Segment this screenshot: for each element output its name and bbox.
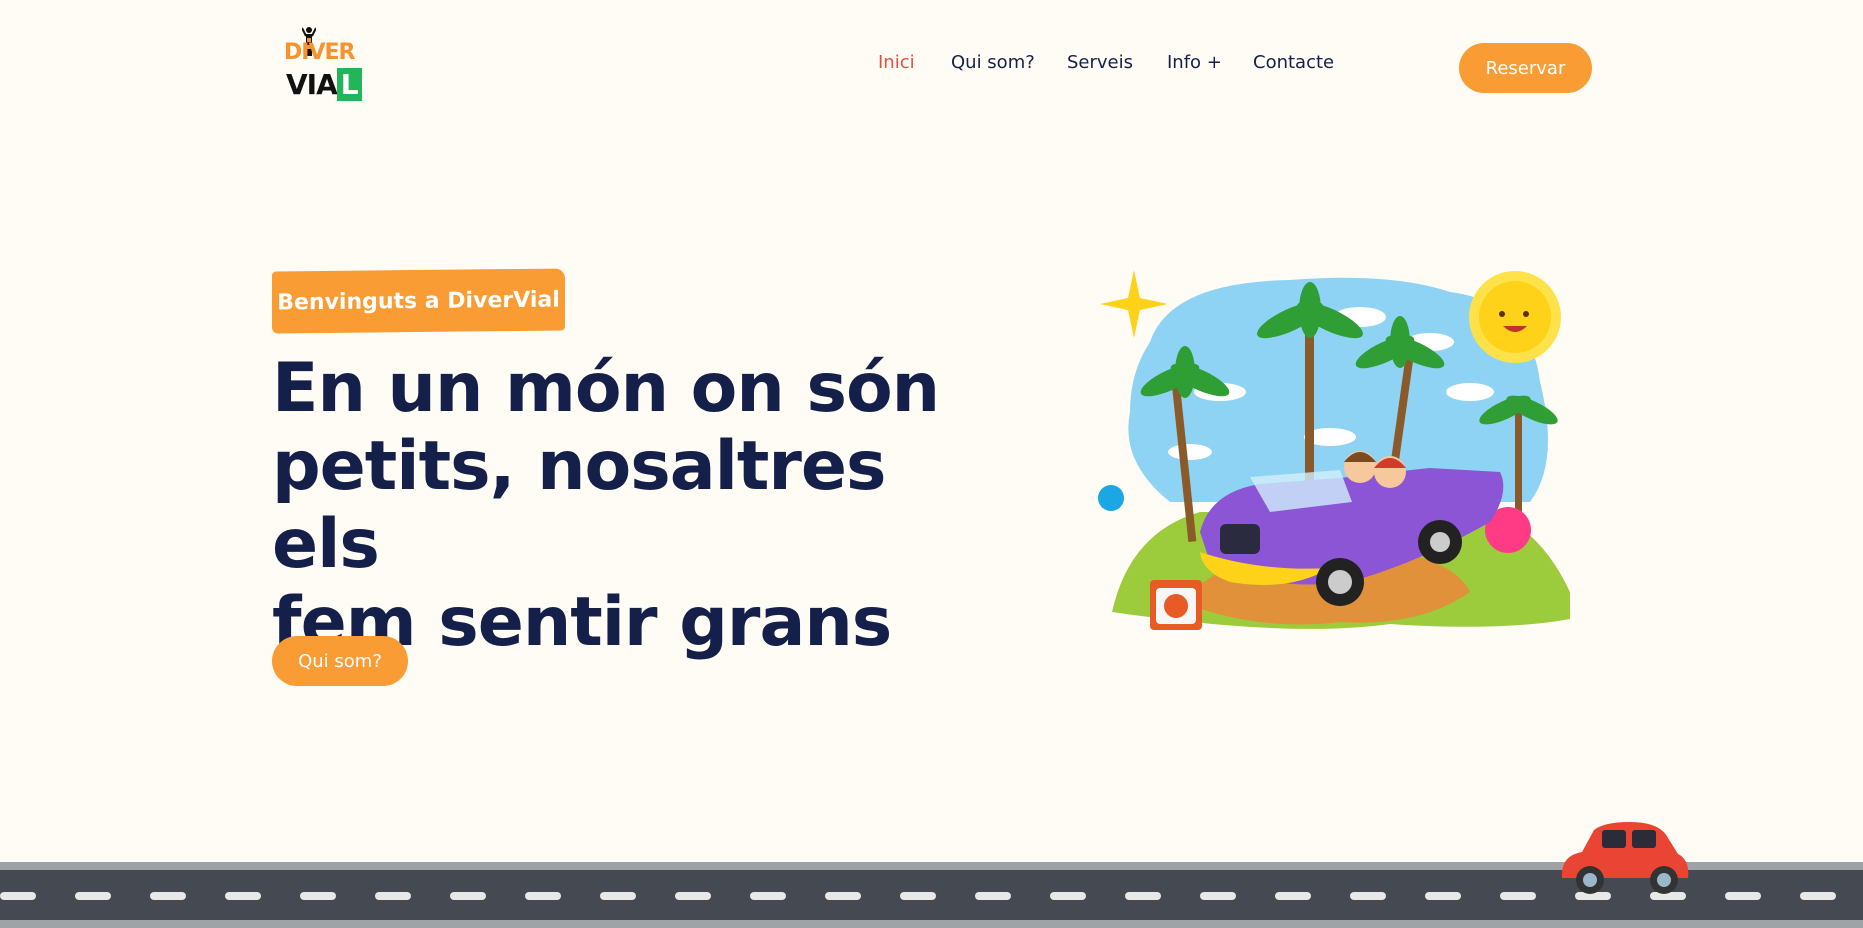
- road-dash: [900, 892, 936, 900]
- road-dash: [225, 892, 261, 900]
- hero-illustration: [1098, 270, 1570, 630]
- road-dash: [1200, 892, 1236, 900]
- kid-block-icon: [1150, 580, 1202, 630]
- headline-line-2: petits, nosaltres els: [272, 427, 887, 584]
- nav-item-info[interactable]: Info +: [1167, 52, 1222, 73]
- road-dash: [825, 892, 861, 900]
- road-dash: [975, 892, 1011, 900]
- logo-l-box: L: [336, 68, 362, 101]
- road-dash: [1500, 892, 1536, 900]
- sun-icon: [1469, 271, 1561, 363]
- road-dash: [75, 892, 111, 900]
- road-dash: [1425, 892, 1461, 900]
- road-dash: [1800, 892, 1836, 900]
- road-dash: [1050, 892, 1086, 900]
- nav-item-inici[interactable]: Inici: [878, 52, 915, 73]
- road-dash: [750, 892, 786, 900]
- road-dash: [600, 892, 636, 900]
- road-dash: [1725, 892, 1761, 900]
- road-dash: [150, 892, 186, 900]
- nav-item-qui-som[interactable]: Qui som?: [951, 52, 1035, 73]
- red-car-icon: [1561, 822, 1689, 894]
- logo[interactable]: DIVER VIA L: [280, 26, 370, 102]
- road-dash: [525, 892, 561, 900]
- reservar-button[interactable]: Reservar: [1459, 43, 1592, 93]
- logo-line2: VIA L: [286, 68, 362, 101]
- qui-som-button[interactable]: Qui som?: [272, 636, 408, 686]
- welcome-tag: Benvinguts a DiverVial: [272, 268, 565, 334]
- headline-line-1: En un món on són: [272, 349, 940, 428]
- hero-headline: En un món on són petits, nosaltres els f…: [272, 350, 972, 662]
- road-dash: [375, 892, 411, 900]
- road-dash: [1125, 892, 1161, 900]
- road-dash: [450, 892, 486, 900]
- road-dash: [1275, 892, 1311, 900]
- logo-line1: DIVER: [284, 40, 355, 65]
- road-dash: [1350, 892, 1386, 900]
- road-dash: [675, 892, 711, 900]
- logo-line2-text: VIA: [286, 68, 338, 101]
- road-dash: [300, 892, 336, 900]
- nav-item-contacte[interactable]: Contacte: [1253, 52, 1334, 73]
- nav-item-serveis[interactable]: Serveis: [1067, 52, 1133, 73]
- road-dash: [0, 892, 36, 900]
